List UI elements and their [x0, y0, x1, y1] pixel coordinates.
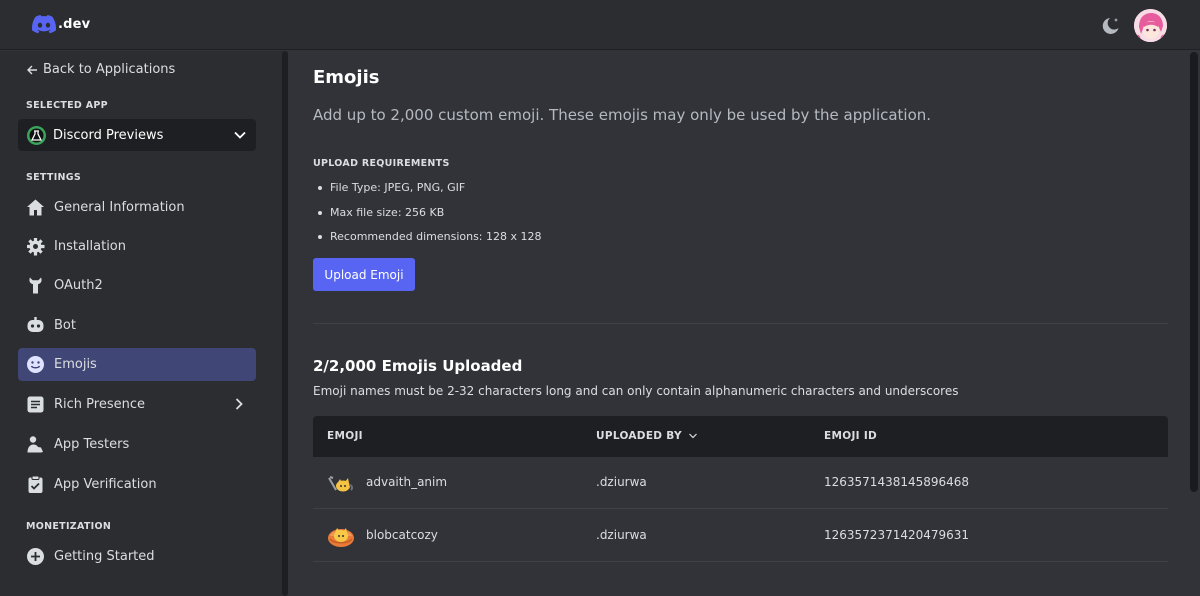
sidebar-item-label: Emojis — [54, 357, 97, 372]
wrench-icon — [25, 276, 45, 296]
sidebar-item-label: Rich Presence — [54, 397, 145, 412]
sidebar-item-label: General Information — [54, 200, 185, 215]
sort-chevron-down-icon — [688, 433, 697, 439]
bullet — [318, 234, 322, 239]
top-bar: .dev — [0, 0, 1200, 50]
arrow-left-icon — [27, 65, 37, 74]
sidebar-item-oauth2[interactable]: OAuth2 — [18, 269, 256, 302]
emoji-id: 1263572371420479631 — [824, 528, 970, 542]
sidebar-item-label: App Testers — [54, 437, 130, 452]
emoji-uploader: .dziurwa — [596, 475, 647, 489]
column-header-uploaded-by[interactable]: UPLOADED BY — [596, 430, 698, 442]
sidebar-item-installation[interactable]: Installation — [18, 230, 256, 263]
emoji-image — [328, 476, 354, 492]
requirement-item: File Type: JPEG, PNG, GIF — [318, 181, 465, 194]
list-icon — [25, 395, 45, 415]
page-description: Add up to 2,000 custom emoji. These emoj… — [313, 106, 932, 124]
app-icon — [27, 125, 46, 145]
sidebar-item-rich-presence[interactable]: Rich Presence — [18, 388, 256, 421]
emoji-count-heading: 2/2,000 Emojis Uploaded — [313, 357, 523, 375]
section-divider — [313, 323, 1168, 324]
gear-icon — [25, 237, 45, 257]
sidebar-item-getting-started[interactable]: Getting Started — [18, 540, 256, 573]
requirement-item: Recommended dimensions: 128 x 128 — [318, 230, 542, 243]
robot-icon — [25, 316, 45, 336]
sidebar-item-app-verification[interactable]: App Verification — [18, 468, 256, 501]
sidebar-item-label: App Verification — [54, 477, 157, 492]
bullet — [318, 185, 322, 190]
table-row[interactable]: blobcatcozy .dziurwa 1263572371420479631 — [313, 510, 1168, 562]
requirement-text: Max file size: 256 KB — [330, 206, 445, 219]
bullet — [318, 210, 322, 215]
sidebar-item-label: Bot — [54, 318, 76, 333]
clipboard-check-icon — [25, 475, 45, 495]
sidebar-item-general-information[interactable]: General Information — [18, 191, 256, 224]
discord-dev-logo[interactable]: .dev — [32, 15, 90, 34]
person-icon — [25, 435, 45, 455]
settings-heading: SETTINGS — [26, 172, 82, 183]
emoji-uploader: .dziurwa — [596, 528, 647, 542]
emoji-image — [328, 528, 354, 547]
sidebar-item-emojis[interactable]: Emojis — [18, 348, 256, 381]
brand-text: .dev — [58, 17, 91, 32]
emoji-name: advaith_anim — [366, 475, 448, 489]
table-row[interactable]: advaith_anim .dziurwa 126357143814589646… — [313, 457, 1168, 509]
requirement-text: File Type: JPEG, PNG, GIF — [330, 181, 466, 194]
monetization-heading: MONETIZATION — [26, 521, 112, 532]
column-label: EMOJI — [327, 430, 363, 442]
upload-emoji-button[interactable]: Upload Emoji — [313, 258, 415, 291]
selected-app-name: Discord Previews — [53, 127, 164, 143]
sidebar-item-label: Getting Started — [54, 549, 155, 564]
requirement-item: Max file size: 256 KB — [318, 206, 444, 219]
column-label: UPLOADED BY — [596, 430, 682, 442]
user-avatar[interactable] — [1134, 9, 1167, 42]
back-label: Back to Applications — [43, 62, 176, 77]
sidebar-item-bot[interactable]: Bot — [18, 309, 256, 342]
home-icon — [25, 198, 45, 218]
sidebar-item-label: OAuth2 — [54, 278, 103, 293]
plus-circle-icon — [25, 547, 45, 567]
discord-logo-icon — [32, 15, 56, 34]
moon-icon — [1102, 18, 1119, 34]
main-scrollbar[interactable] — [1190, 52, 1198, 492]
column-label: EMOJI ID — [824, 430, 878, 442]
app-selector[interactable]: Discord Previews — [18, 119, 256, 151]
selected-app-heading: SELECTED APP — [26, 100, 108, 111]
column-header-emoji: EMOJI — [327, 430, 363, 442]
sidebar-item-app-testers[interactable]: App Testers — [18, 428, 256, 461]
chevron-down-icon — [234, 131, 246, 139]
smile-icon — [25, 355, 45, 375]
sidebar-scrollbar[interactable] — [282, 51, 288, 596]
upload-requirements-heading: UPLOAD REQUIREMENTS — [313, 158, 450, 169]
table-header: EMOJI UPLOADED BY EMOJI ID — [313, 416, 1168, 457]
emoji-id: 1263571438145896468 — [824, 475, 970, 489]
emoji-naming-rules: Emoji names must be 2-32 characters long… — [313, 384, 959, 398]
emoji-name: blobcatcozy — [366, 528, 438, 542]
column-header-emoji-id: EMOJI ID — [824, 430, 877, 442]
chevron-right-icon — [235, 398, 243, 410]
theme-toggle-button[interactable] — [1100, 15, 1122, 37]
page-title: Emojis — [313, 67, 380, 88]
requirement-text: Recommended dimensions: 128 x 128 — [330, 230, 542, 243]
sidebar-item-label: Installation — [54, 239, 127, 254]
back-to-applications-link[interactable]: Back to Applications — [26, 62, 175, 77]
avatar-image — [1134, 9, 1167, 42]
